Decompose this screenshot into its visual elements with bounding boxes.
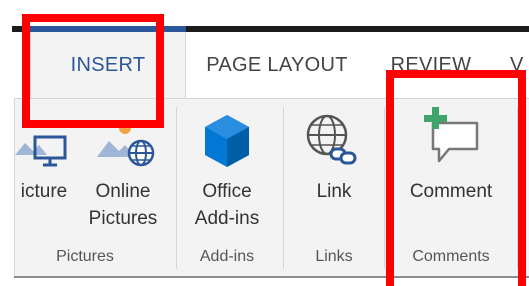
word-ribbon-screenshot: INSERT PAGE LAYOUT REVIEW V icture Onlin… <box>0 0 529 286</box>
link-icon <box>306 114 357 165</box>
new-comment-icon <box>424 107 479 163</box>
office-addins-label-line1: Office <box>202 181 252 202</box>
group-label-addins: Add-ins <box>199 248 255 265</box>
ribbon-tab-bar: INSERT PAGE LAYOUT REVIEW V <box>14 32 529 98</box>
tab-view-partial[interactable]: V <box>510 32 529 98</box>
group-separator <box>176 107 177 269</box>
group-label-pictures: Pictures <box>56 248 114 265</box>
office-addins-label-line2: Add-ins <box>194 208 260 229</box>
ribbon-bottom-border <box>14 276 529 278</box>
ribbon-panel: icture Online Pictures Pictures Office A… <box>14 98 529 276</box>
office-addins-icon <box>205 115 249 167</box>
online-pictures-label-line2: Pictures <box>88 208 158 229</box>
group-label-links: Links <box>315 248 353 265</box>
picture-icon <box>15 135 67 167</box>
picture-button-label: icture <box>20 181 68 202</box>
group-label-comments: Comments <box>412 248 490 265</box>
tab-page-layout[interactable]: PAGE LAYOUT <box>186 32 368 98</box>
group-separator <box>517 107 518 269</box>
online-pictures-icon <box>97 122 155 167</box>
group-separator <box>283 107 284 269</box>
group-separator <box>384 107 385 269</box>
tab-review[interactable]: REVIEW <box>378 32 484 98</box>
link-button-label: Link <box>316 181 352 202</box>
tab-insert[interactable]: INSERT <box>30 32 186 98</box>
online-pictures-label-line1: Online <box>95 181 151 202</box>
new-comment-button-label: Comment <box>409 181 493 202</box>
